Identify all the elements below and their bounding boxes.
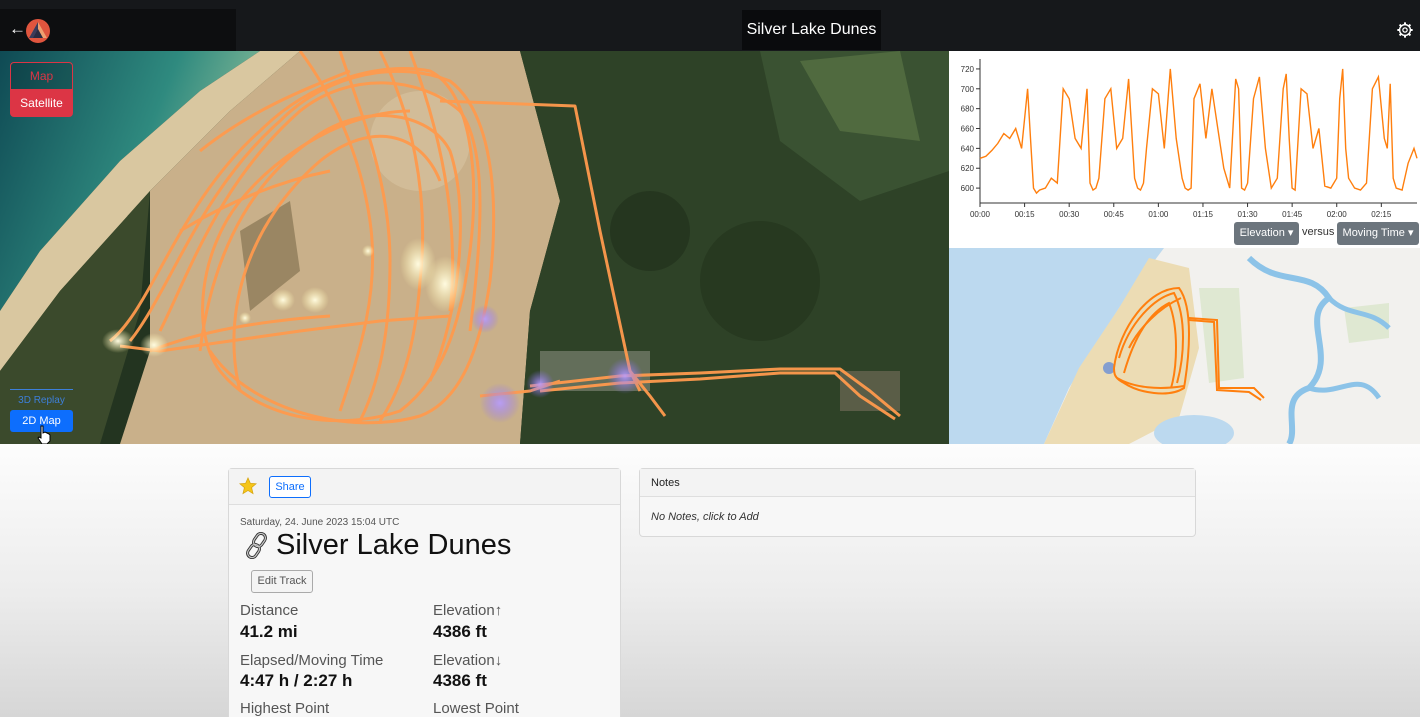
elevation-chart[interactable]: 600 620 640 660 680 700 720 00:00 00:15 00:30 00:4…: [949, 51, 1420, 248]
distance-label: Distance: [240, 602, 299, 619]
overview-map[interactable]: [949, 248, 1420, 444]
elevation-loss-value: 4386 ft: [433, 671, 487, 690]
elevation-series-line: [979, 68, 1418, 195]
share-button[interactable]: Share: [269, 476, 311, 498]
add-notes-link[interactable]: No Notes, click to Add: [640, 497, 1195, 523]
x-tick-label: 01:00: [1148, 210, 1169, 219]
link-chain-icon: [246, 531, 267, 559]
track-title: Silver Lake Dunes: [243, 529, 511, 562]
x-tick-label: 01:45: [1282, 210, 1303, 219]
y-tick-label: 620: [961, 164, 975, 173]
x-axis-select-label: Moving Time: [1342, 227, 1405, 239]
x-tick-label: 02:00: [1327, 210, 1348, 219]
app-logo-icon[interactable]: [25, 18, 51, 44]
x-tick-label: 01:30: [1238, 210, 1259, 219]
y-tick-label: 660: [961, 125, 975, 134]
edit-track-button[interactable]: Edit Track: [251, 570, 313, 593]
map-type-toggle: Map Satellite: [10, 62, 73, 117]
track-details-card: Share Saturday, 24. June 2023 15:04 UTC …: [228, 468, 621, 717]
lowest-point-label: Lowest Point: [433, 700, 519, 717]
gear-icon[interactable]: [1396, 21, 1414, 39]
y-axis-select-label: Elevation: [1239, 227, 1285, 239]
x-tick-label: 02:15: [1371, 210, 1392, 219]
hand-cursor-icon: [37, 425, 51, 445]
back-button[interactable]: ←: [9, 19, 26, 39]
track-name: Silver Lake Dunes: [276, 529, 512, 561]
elevation-chart-svg: 600 620 640 660 680 700 720 00:00 00:15 00:30 00:4…: [961, 59, 1418, 219]
y-tick-label: 700: [961, 85, 975, 94]
x-tick-label: 00:45: [1104, 210, 1125, 219]
satellite-button[interactable]: Satellite: [10, 90, 73, 117]
versus-label: versus: [1302, 226, 1335, 238]
highest-point-label: Highest Point: [240, 700, 330, 717]
y-tick-label: 680: [961, 105, 975, 114]
page-title: Silver Lake Dunes: [742, 10, 881, 50]
elevation-gain-label: Elevation↑: [433, 602, 503, 619]
notes-header: Notes: [640, 469, 1195, 497]
y-tick-label: 600: [961, 184, 975, 193]
track-card-header: Share: [229, 469, 620, 505]
map-button[interactable]: Map: [10, 62, 73, 90]
notes-card: Notes No Notes, click to Add: [639, 468, 1196, 537]
distance-value: 41.2 mi: [240, 622, 298, 641]
x-tick-label: 00:30: [1059, 210, 1080, 219]
overview-map-imagery: [949, 248, 1420, 444]
x-axis-select[interactable]: Moving Time ▾: [1337, 222, 1419, 245]
x-tick-label: 00:00: [970, 210, 991, 219]
track-date: Saturday, 24. June 2023 15:04 UTC: [240, 517, 400, 528]
y-axis-select[interactable]: Elevation ▾: [1234, 222, 1299, 245]
satellite-imagery: [0, 51, 949, 444]
time-value: 4:47 h / 2:27 h: [240, 671, 353, 690]
top-bar: [0, 0, 1420, 51]
elevation-gain-value: 4386 ft: [433, 622, 487, 641]
y-tick-label: 720: [961, 65, 975, 74]
satellite-map[interactable]: [0, 51, 949, 444]
elevation-loss-label: Elevation↓: [433, 652, 503, 669]
time-label: Elapsed/Moving Time: [240, 652, 384, 669]
x-tick-label: 01:15: [1193, 210, 1214, 219]
x-tick-label: 00:15: [1015, 210, 1036, 219]
y-tick-label: 640: [961, 144, 975, 153]
star-icon[interactable]: [239, 477, 257, 495]
3d-replay-button[interactable]: 3D Replay: [10, 389, 73, 410]
